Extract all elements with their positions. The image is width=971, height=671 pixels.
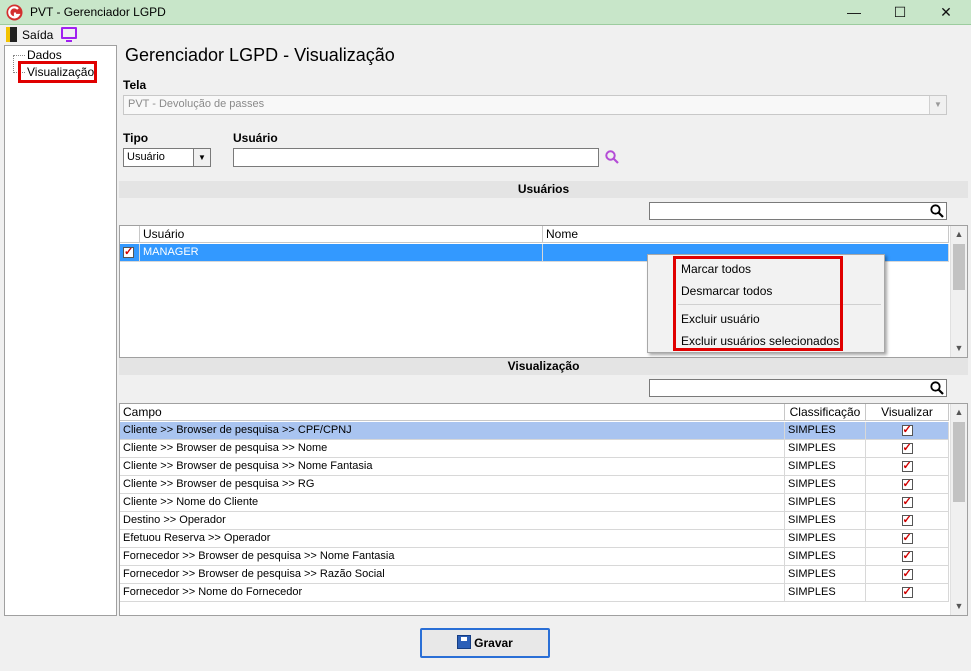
visualizar-checkbox[interactable] (901, 513, 913, 526)
column-header-usuario[interactable]: Usuário (140, 226, 543, 243)
maximize-button[interactable]: ☐ (877, 0, 923, 25)
tela-select[interactable]: PVT - Devolução de passes ▼ (123, 95, 947, 115)
table-row-visualizar[interactable] (866, 566, 949, 584)
scroll-down-icon[interactable]: ▼ (951, 598, 967, 614)
window-title: PVT - Gerenciador LGPD (30, 5, 166, 19)
visualizar-checkbox[interactable] (901, 441, 913, 454)
table-row-visualizar[interactable] (866, 548, 949, 566)
users-filter-input[interactable] (649, 202, 947, 220)
annotation-highlight (18, 61, 97, 83)
table-row-visualizar[interactable] (866, 476, 949, 494)
table-row-classificacao[interactable]: SIMPLES (785, 530, 866, 548)
scroll-thumb[interactable] (953, 422, 965, 502)
visualizar-checkbox[interactable] (901, 567, 913, 580)
table-row-campo[interactable]: Fornecedor >> Browser de pesquisa >> Raz… (120, 566, 785, 584)
table-row-campo[interactable]: Fornecedor >> Nome do Fornecedor (120, 584, 785, 602)
visualizar-checkbox[interactable] (901, 549, 913, 562)
row-checkbox[interactable] (123, 245, 134, 258)
close-button[interactable]: ✕ (923, 0, 969, 25)
chevron-down-icon[interactable]: ▼ (193, 149, 210, 166)
annotation-highlight (673, 256, 843, 351)
table-row-classificacao[interactable]: SIMPLES (785, 476, 866, 494)
users-grid-scrollbar[interactable]: ▲ ▼ (950, 226, 967, 357)
tela-label: Tela (123, 78, 147, 92)
table-row-campo[interactable]: Cliente >> Browser de pesquisa >> RG (120, 476, 785, 494)
visualizar-checkbox[interactable] (901, 585, 913, 598)
tipo-select[interactable]: Usuário ▼ (123, 148, 211, 167)
column-header-classificacao[interactable]: Classificação (785, 404, 866, 421)
menu-bar: Saída (0, 25, 971, 45)
title-bar: PVT - Gerenciador LGPD — ☐ ✕ (0, 0, 971, 25)
users-grid-corner (120, 226, 140, 243)
scroll-down-icon[interactable]: ▼ (951, 340, 967, 356)
table-row-visualizar[interactable] (866, 494, 949, 512)
scroll-thumb[interactable] (953, 244, 965, 290)
search-icon[interactable] (930, 204, 944, 218)
table-row-visualizar[interactable] (866, 512, 949, 530)
tela-select-value: PVT - Devolução de passes (128, 98, 265, 110)
column-header-visualizar[interactable]: Visualizar (866, 404, 949, 421)
table-row-campo[interactable]: Fornecedor >> Browser de pesquisa >> Nom… (120, 548, 785, 566)
visualizar-checkbox[interactable] (901, 531, 913, 544)
table-row-campo[interactable]: Cliente >> Browser de pesquisa >> Nome F… (120, 458, 785, 476)
table-row-visualizar[interactable] (866, 458, 949, 476)
tree-connector (13, 55, 25, 56)
table-row-classificacao[interactable]: SIMPLES (785, 440, 866, 458)
exit-door-icon[interactable] (6, 27, 17, 42)
view-filter-input[interactable] (649, 379, 947, 397)
table-row-classificacao[interactable]: SIMPLES (785, 512, 866, 530)
visualizar-checkbox[interactable] (901, 459, 913, 472)
visualizar-checkbox[interactable] (901, 423, 913, 436)
table-row-campo[interactable]: Cliente >> Browser de pesquisa >> Nome (120, 440, 785, 458)
monitor-icon[interactable] (61, 27, 77, 42)
tipo-select-value: Usuário (127, 151, 165, 163)
visualizar-checkbox[interactable] (901, 477, 913, 490)
scroll-up-icon[interactable]: ▲ (951, 404, 967, 420)
table-row-classificacao[interactable]: SIMPLES (785, 548, 866, 566)
navigation-tree: Dados Visualização (4, 45, 117, 616)
save-button[interactable]: Gravar (420, 628, 550, 658)
tipo-label: Tipo (123, 131, 149, 145)
table-row-visualizar[interactable] (866, 422, 949, 440)
table-row-campo[interactable]: Cliente >> Browser de pesquisa >> CPF/CP… (120, 422, 785, 440)
table-row-usuario[interactable]: MANAGER (140, 244, 543, 262)
visualizar-checkbox[interactable] (901, 495, 913, 508)
table-row-campo[interactable]: Destino >> Operador (120, 512, 785, 530)
table-row-visualizar[interactable] (866, 584, 949, 602)
table-row-campo[interactable]: Efetuou Reserva >> Operador (120, 530, 785, 548)
exit-menu-item[interactable]: Saída (22, 28, 53, 42)
table-row-campo[interactable]: Cliente >> Nome do Cliente (120, 494, 785, 512)
minimize-button[interactable]: — (831, 0, 877, 25)
usuario-label: Usuário (233, 131, 278, 145)
search-icon[interactable] (930, 381, 944, 395)
scroll-up-icon[interactable]: ▲ (951, 226, 967, 242)
column-header-campo[interactable]: Campo (120, 404, 785, 421)
save-button-label: Gravar (474, 636, 513, 650)
table-row-classificacao[interactable]: SIMPLES (785, 566, 866, 584)
table-row-classificacao[interactable]: SIMPLES (785, 494, 866, 512)
users-section-header: Usuários (119, 181, 968, 198)
view-grid-scrollbar[interactable]: ▲ ▼ (950, 404, 967, 615)
search-icon[interactable] (605, 150, 619, 164)
chevron-down-icon[interactable]: ▼ (929, 96, 946, 114)
view-section-header: Visualização (119, 358, 968, 375)
view-grid: Campo Classificação Visualizar Cliente >… (119, 403, 968, 616)
table-row-visualizar[interactable] (866, 530, 949, 548)
row-checkbox-cell[interactable] (120, 244, 140, 262)
table-row-classificacao[interactable]: SIMPLES (785, 584, 866, 602)
usuario-input[interactable] (233, 148, 599, 167)
app-logo-icon (6, 4, 23, 21)
table-row-classificacao[interactable]: SIMPLES (785, 458, 866, 476)
page-title: Gerenciador LGPD - Visualização (125, 45, 395, 65)
tree-item-dados[interactable]: Dados (27, 48, 62, 62)
column-header-nome[interactable]: Nome (543, 226, 949, 243)
table-row-visualizar[interactable] (866, 440, 949, 458)
save-disk-icon (457, 635, 472, 649)
tree-connector (13, 55, 14, 73)
table-row-classificacao[interactable]: SIMPLES (785, 422, 866, 440)
